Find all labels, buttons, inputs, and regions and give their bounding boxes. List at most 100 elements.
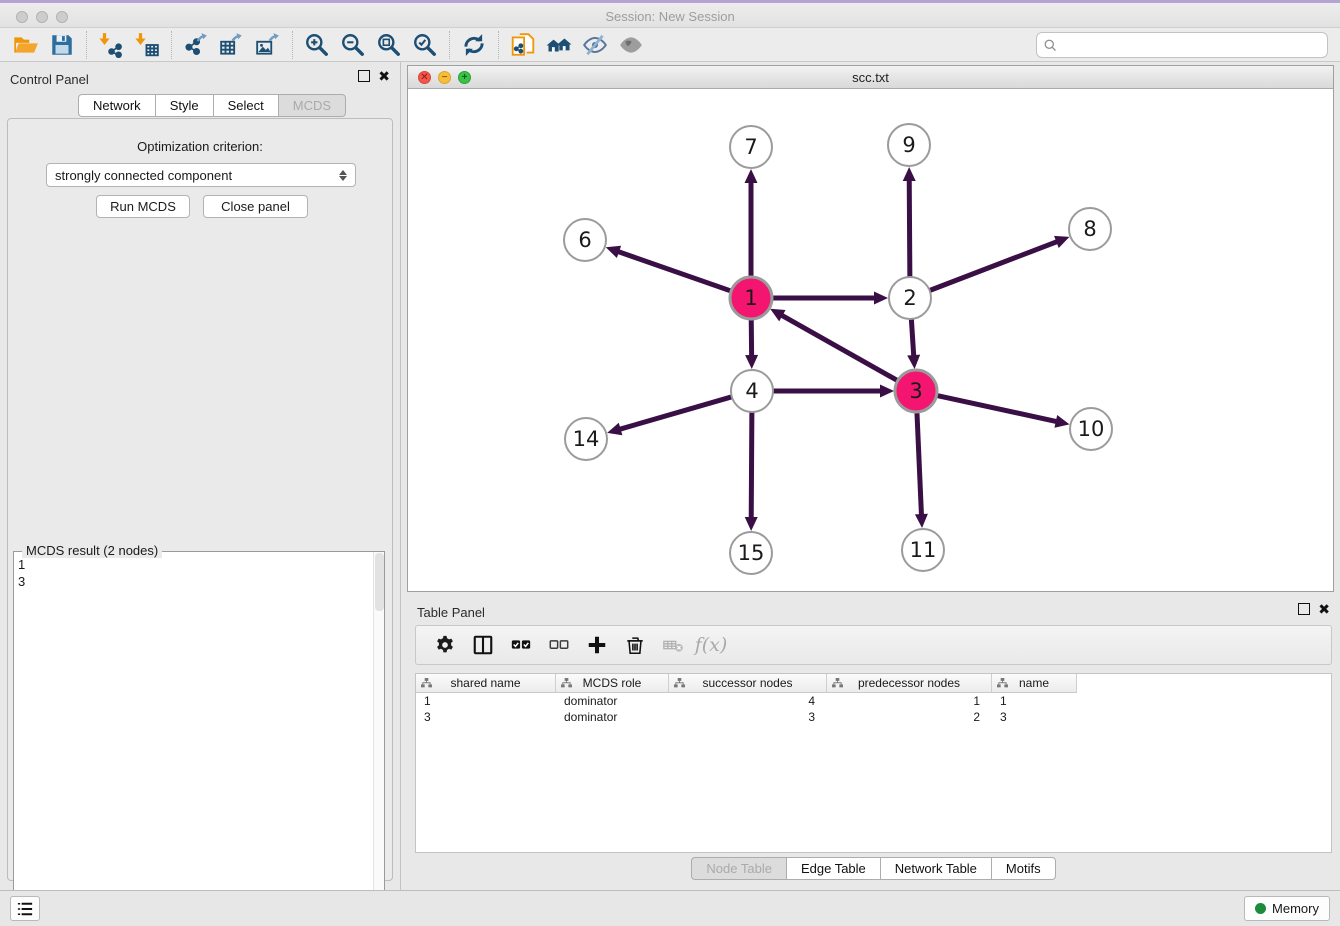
graph-node-label: 3 bbox=[909, 379, 922, 403]
node-table: shared nameMCDS rolesuccessor nodes prede… bbox=[415, 673, 1332, 853]
graph-node-label: 8 bbox=[1083, 217, 1096, 241]
table-cell[interactable]: 3 bbox=[992, 709, 1077, 725]
zoom-out-icon[interactable] bbox=[338, 31, 368, 59]
graph-node-label: 10 bbox=[1078, 417, 1105, 441]
status-bar: Memory bbox=[0, 890, 1340, 926]
duplicate-network-icon[interactable] bbox=[508, 31, 538, 59]
task-history-button[interactable] bbox=[10, 896, 40, 921]
import-network-icon[interactable] bbox=[96, 31, 126, 59]
graph-edge-4-15[interactable] bbox=[751, 412, 752, 519]
toolbar-separator bbox=[86, 31, 87, 59]
table-cell[interactable]: 1 bbox=[827, 693, 992, 709]
function-icon: f(x) bbox=[696, 631, 726, 659]
table-cell[interactable]: 1 bbox=[416, 693, 556, 709]
tab-edge-table[interactable]: Edge Table bbox=[786, 857, 880, 880]
tab-style[interactable]: Style bbox=[155, 94, 213, 117]
graph-arrowhead bbox=[606, 246, 621, 258]
tab-motifs[interactable]: Motifs bbox=[991, 857, 1056, 880]
graph-edge-3-1[interactable] bbox=[781, 315, 898, 381]
graph-node-label: 1 bbox=[744, 286, 757, 310]
table-cell[interactable]: 3 bbox=[669, 709, 827, 725]
zoom-fit-icon[interactable] bbox=[374, 31, 404, 59]
memory-status-icon bbox=[1255, 903, 1266, 914]
tab-network-table[interactable]: Network Table bbox=[880, 857, 991, 880]
import-table-icon[interactable] bbox=[132, 31, 162, 59]
search-box[interactable] bbox=[1036, 32, 1328, 58]
tab-network[interactable]: Network bbox=[78, 94, 155, 117]
table-cell[interactable]: 1 bbox=[992, 693, 1077, 709]
table-cell[interactable]: 3 bbox=[416, 709, 556, 725]
show-graphics-details-icon[interactable] bbox=[616, 31, 646, 59]
float-panel-icon[interactable] bbox=[358, 70, 370, 82]
zoom-selected-icon[interactable] bbox=[410, 31, 440, 59]
table-cell[interactable]: 2 bbox=[827, 709, 992, 725]
delete-icon[interactable] bbox=[620, 631, 650, 659]
search-input[interactable] bbox=[1058, 34, 1327, 56]
table-cell[interactable]: 4 bbox=[669, 693, 827, 709]
table-row[interactable]: 3dominator323 bbox=[416, 709, 1331, 725]
close-panel-button[interactable]: Close panel bbox=[203, 195, 308, 218]
criterion-select[interactable]: strongly connected component bbox=[46, 163, 356, 187]
mcds-result-text[interactable]: 1 3 bbox=[18, 556, 370, 921]
network-window-titlebar[interactable]: ✕ − + scc.txt bbox=[408, 66, 1333, 89]
tab-select[interactable]: Select bbox=[213, 94, 278, 117]
refresh-icon[interactable] bbox=[459, 31, 489, 59]
delete-column-icon bbox=[658, 631, 688, 659]
mcds-result-scrollbar[interactable] bbox=[373, 552, 384, 925]
open-folder-icon[interactable] bbox=[11, 31, 41, 59]
hide-graphics-details-icon[interactable] bbox=[580, 31, 610, 59]
graph-arrowhead bbox=[915, 514, 928, 528]
memory-label: Memory bbox=[1272, 901, 1319, 916]
graph-arrowhead bbox=[607, 423, 622, 435]
export-table-icon[interactable] bbox=[217, 31, 247, 59]
network-graph[interactable]: 7968124314101511 bbox=[408, 89, 1333, 591]
split-pane-icon[interactable] bbox=[468, 631, 498, 659]
select-stepper-icon bbox=[339, 170, 347, 181]
memory-button[interactable]: Memory bbox=[1244, 896, 1330, 921]
graph-arrowhead bbox=[903, 167, 916, 181]
control-panel: Control Panel ✖ NetworkStyleSelectMCDS O… bbox=[0, 62, 401, 890]
scrollbar-thumb[interactable] bbox=[375, 553, 384, 611]
close-table-panel-icon[interactable]: ✖ bbox=[1318, 603, 1330, 615]
graph-edge-2-8[interactable] bbox=[930, 241, 1059, 290]
tab-mcds[interactable]: MCDS bbox=[278, 94, 346, 117]
column-header-name[interactable]: name bbox=[992, 674, 1077, 693]
graph-arrowhead bbox=[880, 385, 894, 398]
deselect-all-icon[interactable] bbox=[544, 631, 574, 659]
graph-edge-1-6[interactable] bbox=[617, 251, 731, 291]
table-row[interactable]: 1dominator411 bbox=[416, 693, 1331, 709]
tab-node-table[interactable]: Node Table bbox=[691, 857, 786, 880]
zoom-in-icon[interactable] bbox=[302, 31, 332, 59]
float-table-panel-icon[interactable] bbox=[1298, 603, 1310, 615]
column-label: predecessor nodes bbox=[858, 676, 960, 690]
graph-arrowhead bbox=[745, 355, 758, 369]
table-cell[interactable]: dominator bbox=[556, 709, 669, 725]
save-icon[interactable] bbox=[47, 31, 77, 59]
toolbar-icons bbox=[8, 31, 649, 59]
graph-edge-3-10[interactable] bbox=[937, 395, 1058, 421]
run-mcds-button[interactable]: Run MCDS bbox=[96, 195, 190, 218]
graph-edge-3-11[interactable] bbox=[917, 412, 922, 516]
table-panel: Table Panel ✖ f(x) shared nameMCDS roles… bbox=[407, 595, 1340, 888]
column-header-predecessor-nodes[interactable]: predecessor nodes bbox=[827, 674, 992, 693]
search-icon bbox=[1043, 38, 1058, 53]
add-icon[interactable] bbox=[582, 631, 612, 659]
graph-node-label: 9 bbox=[902, 133, 915, 157]
graph-node-label: 4 bbox=[745, 379, 758, 403]
graph-edge-2-9[interactable] bbox=[909, 179, 910, 277]
graph-edge-2-3[interactable] bbox=[911, 319, 913, 357]
export-image-icon[interactable] bbox=[253, 31, 283, 59]
column-header-shared-name[interactable]: shared name bbox=[416, 674, 556, 693]
column-header-MCDS-role[interactable]: MCDS role bbox=[556, 674, 669, 693]
select-all-icon[interactable] bbox=[506, 631, 536, 659]
gear-icon[interactable] bbox=[430, 631, 460, 659]
toolbar-separator bbox=[292, 31, 293, 59]
close-panel-icon[interactable]: ✖ bbox=[378, 70, 390, 82]
home-icon[interactable] bbox=[544, 31, 574, 59]
network-canvas[interactable]: 7968124314101511 bbox=[408, 89, 1333, 591]
table-cell[interactable]: dominator bbox=[556, 693, 669, 709]
graph-edge-4-14[interactable] bbox=[619, 397, 732, 430]
table-rows: 1dominator4113dominator323 bbox=[416, 693, 1331, 725]
column-header-successor-nodes[interactable]: successor nodes bbox=[669, 674, 827, 693]
export-network-icon[interactable] bbox=[181, 31, 211, 59]
